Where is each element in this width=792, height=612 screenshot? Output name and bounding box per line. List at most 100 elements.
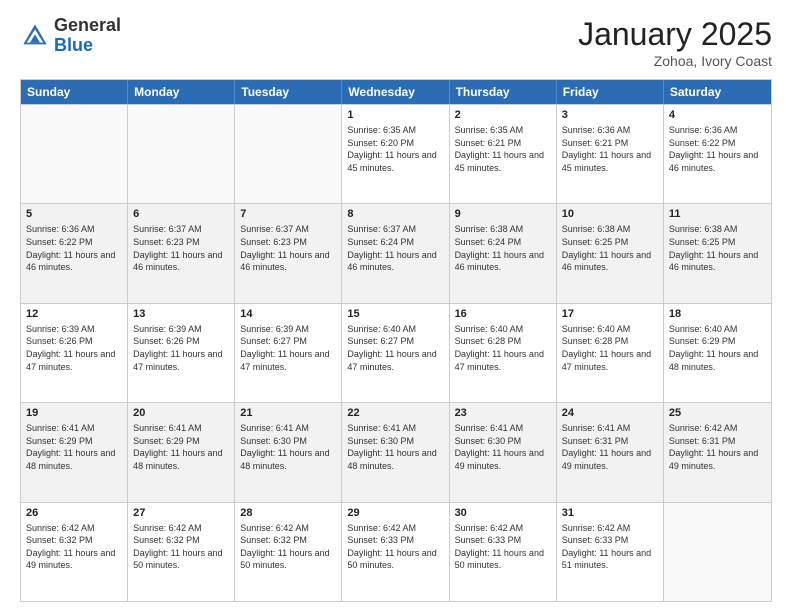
logo-blue: Blue	[54, 35, 93, 55]
day-number: 24	[562, 407, 658, 419]
day-cell-9: 9 Sunrise: 6:38 AM Sunset: 6:24 PM Daylig…	[450, 204, 557, 302]
header-day-sunday: Sunday	[21, 80, 128, 104]
day-cell-2: 2 Sunrise: 6:35 AM Sunset: 6:21 PM Daylig…	[450, 105, 557, 203]
header-day-saturday: Saturday	[664, 80, 771, 104]
day-number: 5	[26, 208, 122, 220]
day-number: 31	[562, 507, 658, 519]
day-cell-7: 7 Sunrise: 6:37 AM Sunset: 6:23 PM Daylig…	[235, 204, 342, 302]
day-cell-28: 28Sunrise: 6:42 AM Sunset: 6:32 PM Dayli…	[235, 503, 342, 601]
logo: General Blue	[20, 16, 121, 56]
logo-general: General	[54, 15, 121, 35]
week-row-4: 19 Sunrise: 6:41 AM Sunset: 6:29 PM Dayli…	[21, 402, 771, 501]
day-number: 21	[240, 407, 336, 419]
day-number: 4	[669, 109, 766, 121]
day-cell-13: 13 Sunrise: 6:39 AM Sunset: 6:26 PM Dayli…	[128, 304, 235, 402]
day-number: 22	[347, 407, 443, 419]
header-day-friday: Friday	[557, 80, 664, 104]
week-row-2: 5 Sunrise: 6:36 AM Sunset: 6:22 PM Daylig…	[21, 203, 771, 302]
day-cell-1: 1 Sunrise: 6:35 AM Sunset: 6:20 PM Daylig…	[342, 105, 449, 203]
cell-info: Sunrise: 6:41 AM Sunset: 6:29 PM Dayligh…	[26, 422, 122, 472]
header-day-tuesday: Tuesday	[235, 80, 342, 104]
day-cell-6: 6Sunrise: 6:37 AM Sunset: 6:23 PM Daylig…	[128, 204, 235, 302]
week-row-1: 1 Sunrise: 6:35 AM Sunset: 6:20 PM Daylig…	[21, 104, 771, 203]
cell-info: Sunrise: 6:39 AM Sunset: 6:26 PM Dayligh…	[133, 323, 229, 373]
cell-info: Sunrise: 6:37 AM Sunset: 6:24 PM Dayligh…	[347, 223, 443, 273]
day-cell-3: 3 Sunrise: 6:36 AM Sunset: 6:21 PM Daylig…	[557, 105, 664, 203]
day-number: 7	[240, 208, 336, 220]
day-number: 19	[26, 407, 122, 419]
cell-info: Sunrise: 6:39 AM Sunset: 6:26 PM Dayligh…	[26, 323, 122, 373]
day-number: 16	[455, 308, 551, 320]
calendar-body: 1 Sunrise: 6:35 AM Sunset: 6:20 PM Daylig…	[21, 104, 771, 601]
day-cell-23: 23Sunrise: 6:41 AM Sunset: 6:30 PM Dayli…	[450, 403, 557, 501]
day-cell-4: 4Sunrise: 6:36 AM Sunset: 6:22 PM Daylig…	[664, 105, 771, 203]
cell-info: Sunrise: 6:38 AM Sunset: 6:25 PM Dayligh…	[669, 223, 766, 273]
day-cell-15: 15Sunrise: 6:40 AM Sunset: 6:27 PM Dayli…	[342, 304, 449, 402]
day-cell-11: 11 Sunrise: 6:38 AM Sunset: 6:25 PM Dayli…	[664, 204, 771, 302]
day-cell-19: 19 Sunrise: 6:41 AM Sunset: 6:29 PM Dayli…	[21, 403, 128, 501]
day-number: 2	[455, 109, 551, 121]
cell-info: Sunrise: 6:40 AM Sunset: 6:28 PM Dayligh…	[562, 323, 658, 373]
day-cell-25: 25 Sunrise: 6:42 AM Sunset: 6:31 PM Dayli…	[664, 403, 771, 501]
day-cell-29: 29Sunrise: 6:42 AM Sunset: 6:33 PM Dayli…	[342, 503, 449, 601]
header: General Blue January 2025 Zohoa, Ivory C…	[20, 16, 772, 69]
day-cell-10: 10 Sunrise: 6:38 AM Sunset: 6:25 PM Dayli…	[557, 204, 664, 302]
header-day-thursday: Thursday	[450, 80, 557, 104]
cell-info: Sunrise: 6:42 AM Sunset: 6:33 PM Dayligh…	[562, 522, 658, 572]
day-cell-22: 22Sunrise: 6:41 AM Sunset: 6:30 PM Dayli…	[342, 403, 449, 501]
day-number: 13	[133, 308, 229, 320]
cell-info: Sunrise: 6:42 AM Sunset: 6:32 PM Dayligh…	[26, 522, 122, 572]
day-number: 17	[562, 308, 658, 320]
cell-info: Sunrise: 6:36 AM Sunset: 6:22 PM Dayligh…	[26, 223, 122, 273]
calendar-header: SundayMondayTuesdayWednesdayThursdayFrid…	[21, 80, 771, 104]
day-number: 10	[562, 208, 658, 220]
day-number: 28	[240, 507, 336, 519]
cell-info: Sunrise: 6:42 AM Sunset: 6:33 PM Dayligh…	[455, 522, 551, 572]
cell-info: Sunrise: 6:37 AM Sunset: 6:23 PM Dayligh…	[240, 223, 336, 273]
page: General Blue January 2025 Zohoa, Ivory C…	[0, 0, 792, 612]
day-number: 26	[26, 507, 122, 519]
week-row-3: 12 Sunrise: 6:39 AM Sunset: 6:26 PM Dayli…	[21, 303, 771, 402]
day-number: 18	[669, 308, 766, 320]
day-number: 11	[669, 208, 766, 220]
day-cell-12: 12 Sunrise: 6:39 AM Sunset: 6:26 PM Dayli…	[21, 304, 128, 402]
empty-cell	[235, 105, 342, 203]
day-cell-8: 8 Sunrise: 6:37 AM Sunset: 6:24 PM Daylig…	[342, 204, 449, 302]
day-number: 8	[347, 208, 443, 220]
cell-info: Sunrise: 6:37 AM Sunset: 6:23 PM Dayligh…	[133, 223, 229, 273]
logo-icon	[20, 21, 50, 51]
empty-cell	[128, 105, 235, 203]
cell-info: Sunrise: 6:40 AM Sunset: 6:29 PM Dayligh…	[669, 323, 766, 373]
day-number: 3	[562, 109, 658, 121]
day-number: 1	[347, 109, 443, 121]
cell-info: Sunrise: 6:41 AM Sunset: 6:29 PM Dayligh…	[133, 422, 229, 472]
day-cell-20: 20Sunrise: 6:41 AM Sunset: 6:29 PM Dayli…	[128, 403, 235, 501]
empty-cell	[664, 503, 771, 601]
cell-info: Sunrise: 6:38 AM Sunset: 6:25 PM Dayligh…	[562, 223, 658, 273]
day-number: 12	[26, 308, 122, 320]
day-cell-31: 31 Sunrise: 6:42 AM Sunset: 6:33 PM Dayli…	[557, 503, 664, 601]
day-number: 30	[455, 507, 551, 519]
cell-info: Sunrise: 6:35 AM Sunset: 6:21 PM Dayligh…	[455, 124, 551, 174]
day-cell-24: 24Sunrise: 6:41 AM Sunset: 6:31 PM Dayli…	[557, 403, 664, 501]
empty-cell	[21, 105, 128, 203]
month-title: January 2025	[578, 16, 772, 53]
cell-info: Sunrise: 6:40 AM Sunset: 6:28 PM Dayligh…	[455, 323, 551, 373]
cell-info: Sunrise: 6:38 AM Sunset: 6:24 PM Dayligh…	[455, 223, 551, 273]
cell-info: Sunrise: 6:35 AM Sunset: 6:20 PM Dayligh…	[347, 124, 443, 174]
day-cell-5: 5 Sunrise: 6:36 AM Sunset: 6:22 PM Daylig…	[21, 204, 128, 302]
cell-info: Sunrise: 6:41 AM Sunset: 6:30 PM Dayligh…	[455, 422, 551, 472]
day-cell-27: 27Sunrise: 6:42 AM Sunset: 6:32 PM Dayli…	[128, 503, 235, 601]
day-number: 9	[455, 208, 551, 220]
day-cell-30: 30 Sunrise: 6:42 AM Sunset: 6:33 PM Dayli…	[450, 503, 557, 601]
cell-info: Sunrise: 6:42 AM Sunset: 6:31 PM Dayligh…	[669, 422, 766, 472]
week-row-5: 26 Sunrise: 6:42 AM Sunset: 6:32 PM Dayli…	[21, 502, 771, 601]
cell-info: Sunrise: 6:41 AM Sunset: 6:30 PM Dayligh…	[240, 422, 336, 472]
day-number: 14	[240, 308, 336, 320]
day-cell-16: 16 Sunrise: 6:40 AM Sunset: 6:28 PM Dayli…	[450, 304, 557, 402]
day-number: 25	[669, 407, 766, 419]
day-cell-14: 14Sunrise: 6:39 AM Sunset: 6:27 PM Dayli…	[235, 304, 342, 402]
calendar: SundayMondayTuesdayWednesdayThursdayFrid…	[20, 79, 772, 602]
header-day-wednesday: Wednesday	[342, 80, 449, 104]
cell-info: Sunrise: 6:36 AM Sunset: 6:21 PM Dayligh…	[562, 124, 658, 174]
